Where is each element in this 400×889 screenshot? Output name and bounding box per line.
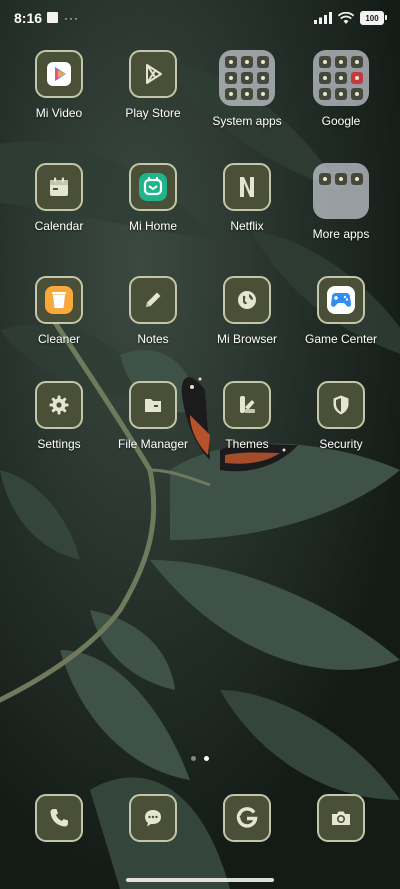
folder-app-icon	[319, 88, 331, 100]
app-label: Netflix	[230, 219, 264, 233]
app-mi-home[interactable]: Mi Home	[106, 163, 200, 241]
dock-google[interactable]	[200, 794, 294, 842]
wifi-icon	[338, 11, 354, 24]
app-themes[interactable]: Themes	[200, 381, 294, 451]
message-icon	[129, 794, 177, 842]
home-indicator[interactable]	[126, 878, 274, 882]
battery-level: 100	[365, 13, 379, 23]
app-label: Mi Home	[128, 219, 177, 233]
netflix-icon	[223, 163, 271, 211]
page-dot-active[interactable]	[204, 756, 209, 761]
app-label: Calendar	[34, 219, 84, 233]
app-game-center[interactable]: Game Center	[294, 276, 388, 346]
trash-icon	[35, 276, 83, 324]
app-netflix[interactable]: Netflix	[200, 163, 294, 241]
app-label: Mi Browser	[216, 332, 277, 346]
folder-app-icon	[335, 173, 347, 185]
folder-app-icon	[225, 56, 237, 68]
app-label: Google	[321, 114, 361, 128]
status-time: 8:16	[14, 10, 43, 26]
app-label: System apps	[212, 114, 282, 128]
shield-icon	[317, 381, 365, 429]
folder-more-apps[interactable]: More apps	[294, 163, 388, 241]
folder-icon	[313, 50, 369, 106]
folder-app-icon	[351, 173, 363, 185]
mi-video-icon	[35, 50, 83, 98]
dock-phone[interactable]	[12, 794, 106, 842]
folder-app-icon	[257, 88, 269, 100]
phone-icon	[35, 794, 83, 842]
camera-icon	[317, 794, 365, 842]
folder-app-icon	[319, 56, 331, 68]
folder-app-icon	[335, 72, 347, 84]
app-play-store[interactable]: Play Store	[106, 50, 200, 128]
folder-app-icon	[335, 88, 347, 100]
folder-google[interactable]: Google	[294, 50, 388, 128]
mi-home-icon	[129, 163, 177, 211]
app-label: Cleaner	[37, 332, 81, 346]
page-dot[interactable]	[191, 756, 196, 761]
folder-app-icon	[225, 88, 237, 100]
dock	[0, 794, 400, 842]
signal-icon	[314, 12, 332, 24]
app-label: Security	[319, 437, 363, 451]
themes-icon	[223, 381, 271, 429]
app-cleaner[interactable]: Cleaner	[12, 276, 106, 346]
app-settings[interactable]: Settings	[12, 381, 106, 451]
gamepad-icon	[317, 276, 365, 324]
folder-app-icon	[225, 72, 237, 84]
app-mi-video[interactable]: Mi Video	[12, 50, 106, 128]
app-label: Themes	[225, 437, 269, 451]
folder-app-icon	[241, 56, 253, 68]
battery-icon: 100	[360, 11, 387, 25]
play-store-icon	[129, 50, 177, 98]
app-label: Settings	[37, 437, 81, 451]
folder-icon	[219, 50, 275, 106]
folder-system-apps[interactable]: System apps	[200, 50, 294, 128]
app-file-manager[interactable]: File Manager	[106, 381, 200, 451]
app-label: More apps	[312, 227, 370, 241]
folder-icon	[313, 163, 369, 219]
google-icon	[223, 794, 271, 842]
app-label: Play Store	[125, 106, 181, 120]
folder-app-icon	[335, 56, 347, 68]
status-right-icons: 100	[314, 11, 387, 25]
calendar-icon	[35, 163, 83, 211]
notification-square-icon	[47, 12, 58, 23]
folder-app-icon	[319, 72, 331, 84]
app-security[interactable]: Security	[294, 381, 388, 451]
page-indicator	[0, 756, 400, 761]
folder-app-icon	[351, 88, 363, 100]
app-calendar[interactable]: Calendar	[12, 163, 106, 241]
pencil-icon	[129, 276, 177, 324]
status-bar: 8:16 ··· 100	[0, 0, 400, 36]
gear-icon	[35, 381, 83, 429]
globe-icon	[223, 276, 271, 324]
folder-app-icon	[257, 72, 269, 84]
app-label: File Manager	[117, 437, 189, 451]
file-folder-icon	[129, 381, 177, 429]
folder-app-icon	[351, 72, 363, 84]
app-mi-browser[interactable]: Mi Browser	[200, 276, 294, 346]
folder-app-icon	[257, 56, 269, 68]
app-label: Mi Video	[35, 106, 83, 120]
app-notes[interactable]: Notes	[106, 276, 200, 346]
dock-camera[interactable]	[294, 794, 388, 842]
folder-app-icon	[241, 88, 253, 100]
more-notifications-icon: ···	[64, 10, 79, 25]
app-label: Notes	[137, 332, 169, 346]
app-grid: Mi Video Play Store System apps Google C…	[0, 50, 400, 451]
notification-icons: ···	[47, 10, 79, 25]
folder-app-icon	[241, 72, 253, 84]
folder-app-icon	[319, 173, 331, 185]
folder-app-icon	[351, 56, 363, 68]
dock-messages[interactable]	[106, 794, 200, 842]
app-label: Game Center	[304, 332, 378, 346]
